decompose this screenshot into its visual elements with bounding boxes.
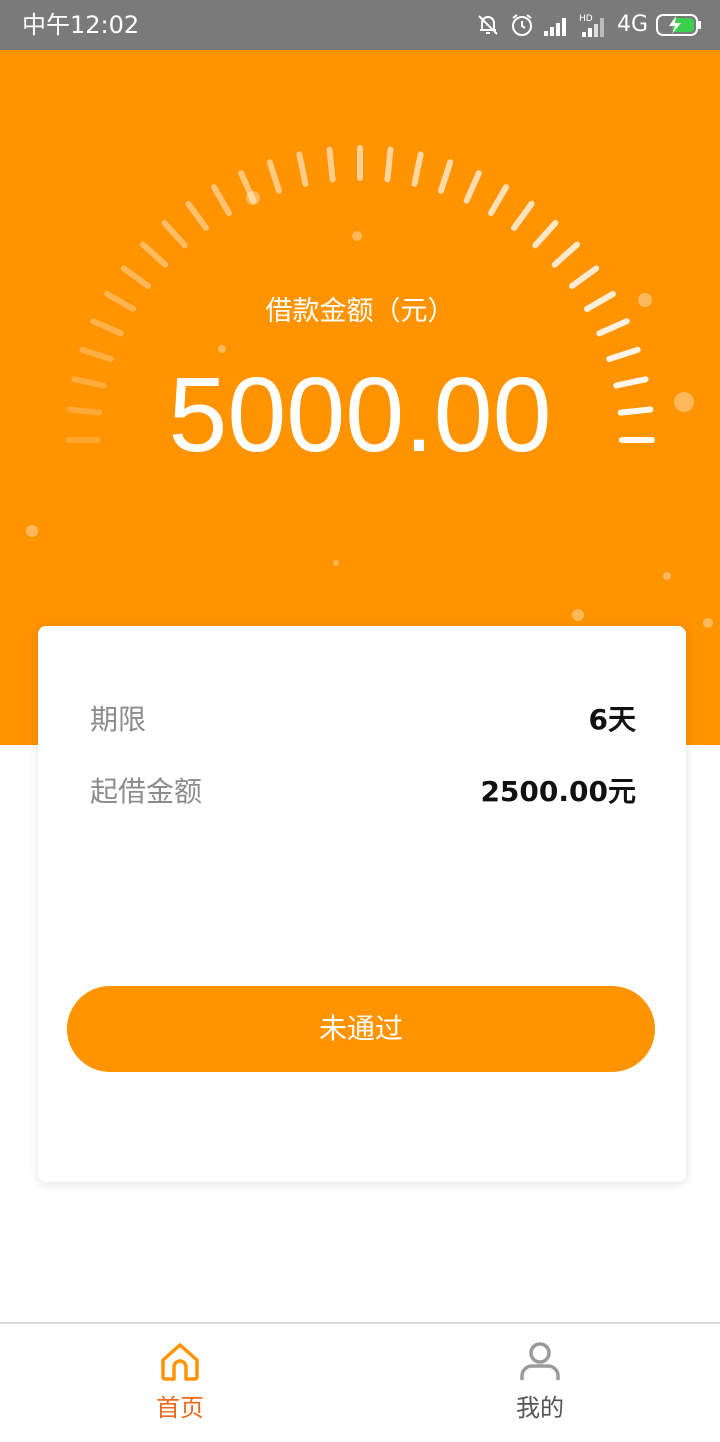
loan-amount-value: 5000.00 xyxy=(168,356,552,474)
decor-dot xyxy=(26,525,38,537)
gauge-tick xyxy=(161,220,188,249)
gauge-tick xyxy=(266,159,282,194)
decor-dot xyxy=(572,609,584,621)
term-label: 期限 xyxy=(90,703,147,736)
tab-home-label: 首页 xyxy=(156,1394,204,1422)
signal-icon xyxy=(543,13,571,37)
bottom-tab-bar: 首页 我的 xyxy=(0,1322,720,1442)
gauge-tick xyxy=(463,170,482,204)
network-type: 4G xyxy=(616,12,648,37)
decor-dot xyxy=(663,572,671,580)
gauge-tick xyxy=(551,241,580,268)
min-amount-row: 起借金额 2500.00元 xyxy=(90,772,636,812)
decor-dot xyxy=(218,345,226,353)
gauge-tick xyxy=(384,146,394,183)
gauge-tick xyxy=(511,200,535,231)
status-icons: HD 4G xyxy=(475,10,702,40)
tab-home[interactable]: 首页 xyxy=(0,1324,360,1442)
min-amount-label: 起借金额 xyxy=(90,775,203,808)
status-button[interactable]: 未通过 xyxy=(67,986,655,1072)
status-time: 中午12:02 xyxy=(22,11,140,39)
gauge-tick xyxy=(296,151,309,187)
tab-mine-label: 我的 xyxy=(516,1394,564,1422)
term-row: 期限 6天 xyxy=(90,700,636,740)
decor-dot xyxy=(246,191,260,205)
tab-mine[interactable]: 我的 xyxy=(360,1324,720,1442)
gauge-tick xyxy=(120,265,151,289)
decor-dot xyxy=(352,231,362,241)
gauge-tick xyxy=(411,151,424,187)
term-value: 6天 xyxy=(588,703,636,736)
mute-bell-icon xyxy=(475,12,501,38)
decor-dot xyxy=(703,618,713,628)
min-amount-value: 2500.00元 xyxy=(480,775,636,808)
gauge-tick xyxy=(569,265,600,289)
battery-charging-icon xyxy=(656,13,702,37)
gauge-tick xyxy=(326,146,336,183)
hd-signal-icon: HD xyxy=(579,12,609,38)
status-bar: 中午12:02 HD 4G xyxy=(0,0,720,50)
gauge-tick xyxy=(488,184,509,217)
svg-text:HD: HD xyxy=(579,14,593,24)
decor-dot xyxy=(333,560,339,566)
loan-amount-label: 借款金额（元） xyxy=(265,296,455,327)
gauge-tick xyxy=(185,200,209,231)
gauge-tick xyxy=(140,241,169,268)
loan-info-card: 期限 6天 起借金额 2500.00元 未通过 xyxy=(38,626,686,1182)
gauge-tick xyxy=(438,159,454,194)
gauge-tick xyxy=(211,184,232,217)
gauge-tick xyxy=(532,220,559,249)
alarm-icon xyxy=(509,12,535,38)
